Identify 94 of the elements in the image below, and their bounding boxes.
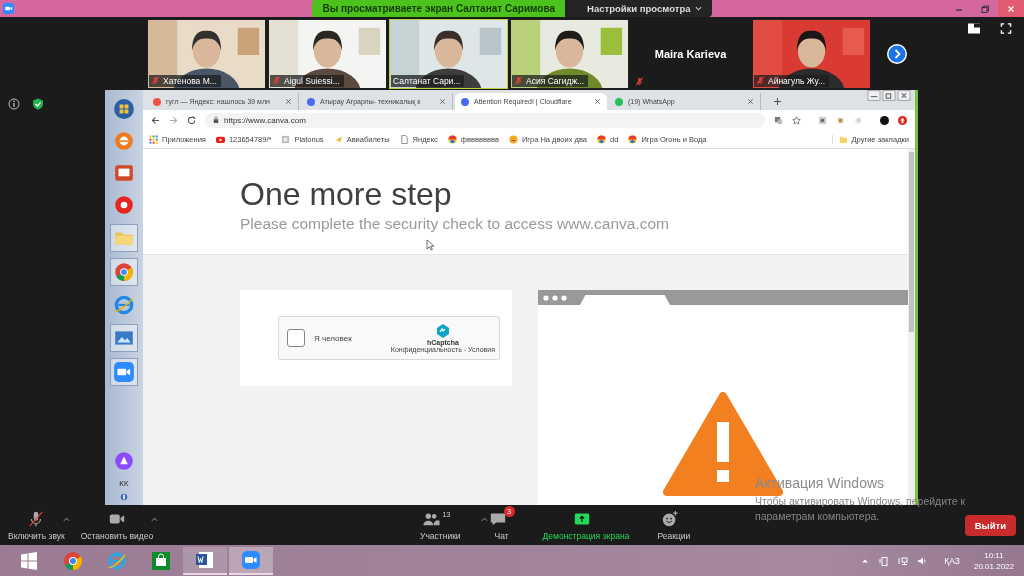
microphone-icon: [27, 509, 46, 528]
bookmark-icon: [628, 134, 638, 144]
bookmark-icon: [215, 134, 225, 144]
site-icon: [615, 97, 623, 106]
site-icon: [461, 97, 469, 106]
zoom-logo-icon: [3, 3, 14, 14]
bookmark-icon: [508, 134, 518, 144]
lock-icon: [213, 116, 219, 124]
restore-icon[interactable]: [882, 90, 896, 101]
muted-mic-icon: [151, 76, 160, 85]
caret-icon[interactable]: [481, 517, 488, 522]
tray-icon[interactable]: [120, 493, 128, 501]
share-button[interactable]: Демонстрация экрана: [542, 509, 630, 541]
mouse-cursor-icon: [426, 239, 434, 251]
photo-viewer-icon[interactable]: [110, 324, 138, 352]
smiley-icon: [660, 509, 679, 528]
site-icon: [153, 97, 161, 106]
hcaptcha-logo-icon: [434, 323, 451, 339]
store-icon[interactable]: [151, 550, 171, 571]
video-tile[interactable]: Салтанат Сари...: [389, 18, 508, 89]
speaker-icon[interactable]: [917, 555, 928, 566]
chrome-icon[interactable]: [63, 550, 83, 571]
page-heading: One more step: [240, 175, 453, 212]
unmute-button[interactable]: Включить звук: [8, 509, 65, 541]
next-page-icon[interactable]: [886, 42, 908, 65]
bookmark-icon: [447, 134, 457, 144]
bookmark-icon: [597, 134, 607, 144]
video-tile[interactable]: Хатенова М...: [147, 18, 266, 89]
caret-icon[interactable]: [151, 517, 158, 522]
new-tab-icon[interactable]: [773, 97, 782, 106]
folder-icon[interactable]: [110, 224, 138, 252]
restore-icon[interactable]: [980, 3, 990, 14]
network-icon[interactable]: [898, 555, 909, 566]
chrome-icon[interactable]: [110, 258, 138, 286]
close-icon[interactable]: [439, 98, 446, 105]
muted-mic-icon: [272, 76, 281, 85]
close-icon[interactable]: [897, 90, 911, 101]
captcha-checkbox[interactable]: [287, 329, 305, 347]
video-tile[interactable]: Айнагуль Жу...: [752, 18, 871, 89]
shield-icon[interactable]: [32, 98, 44, 110]
forward-icon[interactable]: [169, 115, 178, 125]
start-icon[interactable]: [19, 550, 39, 571]
keyboard-language[interactable]: ҚАЗ: [944, 555, 960, 566]
caret-icon[interactable]: [63, 517, 70, 522]
bookmark-icon: [281, 134, 291, 144]
captcha-label: Я человек: [314, 333, 353, 343]
bookmark-icon: [149, 134, 158, 144]
view-options-button[interactable]: Настройки просмотра: [565, 0, 712, 17]
video-app-button[interactable]: [229, 546, 273, 575]
fullscreen-icon[interactable]: [1000, 23, 1012, 34]
address-bar[interactable]: https://www.canva.com: [205, 112, 765, 128]
windows-logo-icon[interactable]: [111, 96, 137, 122]
close-icon: [1006, 3, 1016, 14]
profile-avatar-icon[interactable]: [880, 115, 889, 125]
sharing-banner: Вы просматриваете экран Салтанат Саримова: [312, 0, 566, 17]
star-icon[interactable]: [792, 115, 801, 125]
back-icon[interactable]: [151, 115, 160, 125]
participant-name: Асия Сагидж...: [526, 75, 585, 86]
document-app-icon: [195, 549, 215, 570]
close-icon[interactable]: [594, 98, 601, 105]
battery-icon[interactable]: [879, 555, 890, 566]
video-camera-icon: [241, 549, 261, 570]
participant-name: Aigul Suiessi...: [284, 75, 340, 86]
muted-mic-icon: [514, 76, 523, 85]
layout-icon[interactable]: [968, 23, 980, 34]
participant-name: Хатенова М...: [163, 75, 217, 86]
reload-icon[interactable]: [187, 115, 196, 125]
bookmark-icon: [399, 134, 409, 144]
muted-mic-icon: [756, 76, 765, 85]
site-icon: [307, 97, 315, 106]
stop-video-button[interactable]: Остановить видео: [80, 509, 154, 541]
muted-mic-icon: [635, 76, 644, 86]
folder-icon: [838, 134, 848, 144]
word-app-button[interactable]: [183, 546, 227, 575]
close-icon[interactable]: [285, 98, 292, 105]
extension-icon[interactable]: [836, 115, 845, 125]
participant-name: Салтанат Сари...: [393, 75, 461, 86]
clock[interactable]: 10:11 20.01.2022: [973, 549, 1024, 572]
participant-name: Айнагуль Жу...: [768, 75, 825, 86]
leave-button[interactable]: Выйти: [964, 514, 1016, 536]
reactions-button[interactable]: Реакции: [657, 509, 691, 541]
internet-explorer-icon[interactable]: [107, 550, 127, 571]
video-tile[interactable]: Асия Сагидж...: [510, 18, 629, 89]
participant-name: Maira Karieva: [654, 47, 727, 60]
page-subtitle: Please complete the security check to access www.canva.com: [240, 215, 671, 233]
translate-icon[interactable]: [774, 115, 783, 125]
update-icon[interactable]: [898, 115, 907, 125]
video-tile[interactable]: Aigul Suiessi...: [268, 18, 387, 89]
close-icon[interactable]: [747, 98, 754, 105]
caret-icon: [694, 6, 702, 11]
minimize-icon[interactable]: [867, 90, 881, 101]
extension-icon[interactable]: [818, 115, 827, 125]
video-camera-icon[interactable]: [110, 358, 138, 386]
info-icon[interactable]: [8, 98, 20, 110]
